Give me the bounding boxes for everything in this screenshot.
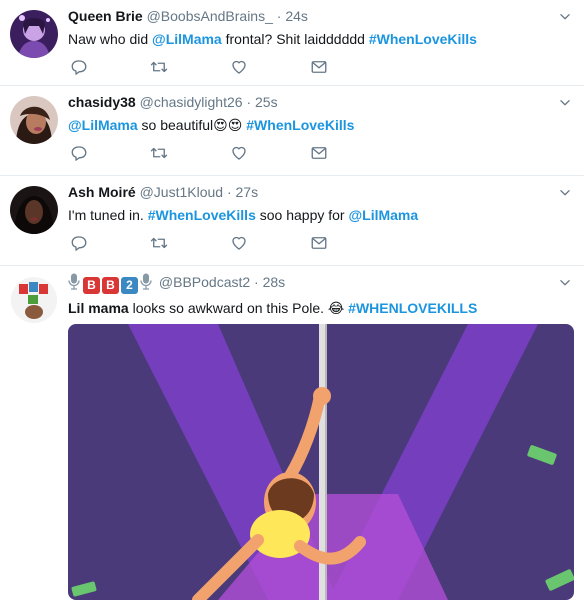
text-segment: Naw who did [68, 31, 153, 47]
tweet-actions [68, 58, 368, 78]
timestamp[interactable]: 24s [285, 8, 308, 24]
heart-icon[interactable] [230, 234, 248, 252]
gif-media[interactable] [68, 324, 574, 600]
hashtag-link[interactable]: #WhenLoveKills [369, 31, 477, 47]
timestamp[interactable]: 25s [255, 94, 278, 110]
text-segment: looks so awkward on this Pole. [128, 300, 328, 316]
pole-dancer-gif [68, 324, 574, 600]
tweet-1[interactable]: Queen Brie @BoobsAndBrains_ · 24s Naw wh… [0, 0, 584, 86]
separator: · [246, 94, 252, 110]
tweet-header: Ash Moiré @Just1Kloud · 27s [68, 183, 572, 201]
mention-link[interactable]: @LilMama [348, 207, 418, 223]
chevron-down-icon[interactable] [558, 96, 572, 110]
envelope-icon[interactable] [310, 144, 328, 162]
retweet-icon[interactable] [150, 144, 168, 162]
reply-icon[interactable] [70, 58, 88, 76]
text-segment: I'm tuned in. [68, 207, 148, 223]
mention-link[interactable]: @LilMama [152, 31, 222, 47]
mention-link[interactable]: @LilMama [68, 117, 138, 133]
heart-icon[interactable] [230, 58, 248, 76]
username[interactable]: @Just1Kloud [140, 184, 223, 200]
username[interactable]: @BoobsAndBrains_ [147, 8, 273, 24]
avatar[interactable] [10, 10, 58, 58]
reply-icon[interactable] [70, 234, 88, 252]
text-segment: Lil mama [68, 300, 129, 316]
tweet-header: Queen Brie @BoobsAndBrains_ · 24s [68, 7, 572, 25]
tweet-actions [68, 234, 368, 254]
tweet-actions [68, 144, 368, 164]
separator: · [276, 8, 282, 24]
retweet-icon[interactable] [150, 234, 168, 252]
letter-b-badge[interactable]: B [83, 277, 100, 294]
separator: · [254, 274, 259, 290]
tweet-text: Naw who did @LilMama frontal? Shit laidd… [68, 29, 572, 49]
microphone-icon [68, 273, 80, 290]
display-name[interactable]: Queen Brie [68, 8, 143, 24]
display-name[interactable]: Ash Moiré [68, 184, 136, 200]
text-segment: so beautiful [137, 117, 214, 133]
chevron-down-icon[interactable] [558, 276, 572, 290]
timestamp[interactable]: 27s [236, 184, 259, 200]
username[interactable]: @chasidylight26 [140, 94, 243, 110]
chevron-down-icon[interactable] [558, 186, 572, 200]
text-segment: frontal? Shit laidddddd [221, 31, 369, 47]
display-name[interactable]: chasidy38 [68, 94, 136, 110]
avatar[interactable] [10, 96, 58, 144]
text-segment: soo happy for [255, 207, 349, 223]
tweet-3[interactable]: Ash Moiré @Just1Kloud · 27s I'm tuned in… [0, 176, 584, 266]
hashtag-link[interactable]: #WhenLoveKills [246, 117, 354, 133]
avatar[interactable] [10, 276, 58, 324]
retweet-icon[interactable] [150, 58, 168, 76]
username[interactable]: @BBPodcast2 [159, 274, 250, 290]
envelope-icon[interactable] [310, 58, 328, 76]
timestamp[interactable]: 28s [263, 274, 286, 290]
number-2-badge[interactable]: 2 [121, 277, 138, 294]
hashtag-link[interactable]: #WHENLOVEKILLS [348, 300, 477, 316]
laughing-emoji: 😂 [327, 300, 345, 316]
heart-icon[interactable] [230, 144, 248, 162]
tweet-text: Lil mama looks so awkward on this Pole. … [68, 298, 572, 318]
chevron-down-icon[interactable] [558, 10, 572, 24]
tweet-header: chasidy38 @chasidylight26 · 25s [68, 93, 572, 111]
avatar[interactable] [10, 186, 58, 234]
envelope-icon[interactable] [310, 234, 328, 252]
tweet-text: I'm tuned in. #WhenLoveKills soo happy f… [68, 205, 572, 225]
hashtag-link[interactable]: #WhenLoveKills [148, 207, 256, 223]
letter-b-badge[interactable]: B [102, 277, 119, 294]
heart-eyes-emoji: 😍😍 [213, 117, 243, 133]
tweet-text: @LilMama so beautiful😍😍 #WhenLoveKills [68, 115, 572, 135]
separator: · [226, 184, 232, 200]
tweet-2[interactable]: chasidy38 @chasidylight26 · 25s @LilMama… [0, 86, 584, 176]
tweet-header: BB2 @BBPodcast2 · 28s [68, 273, 572, 294]
microphone-icon [140, 273, 152, 290]
tweet-4[interactable]: BB2 @BBPodcast2 · 28s Lil mama looks so … [0, 266, 584, 600]
reply-icon[interactable] [70, 144, 88, 162]
